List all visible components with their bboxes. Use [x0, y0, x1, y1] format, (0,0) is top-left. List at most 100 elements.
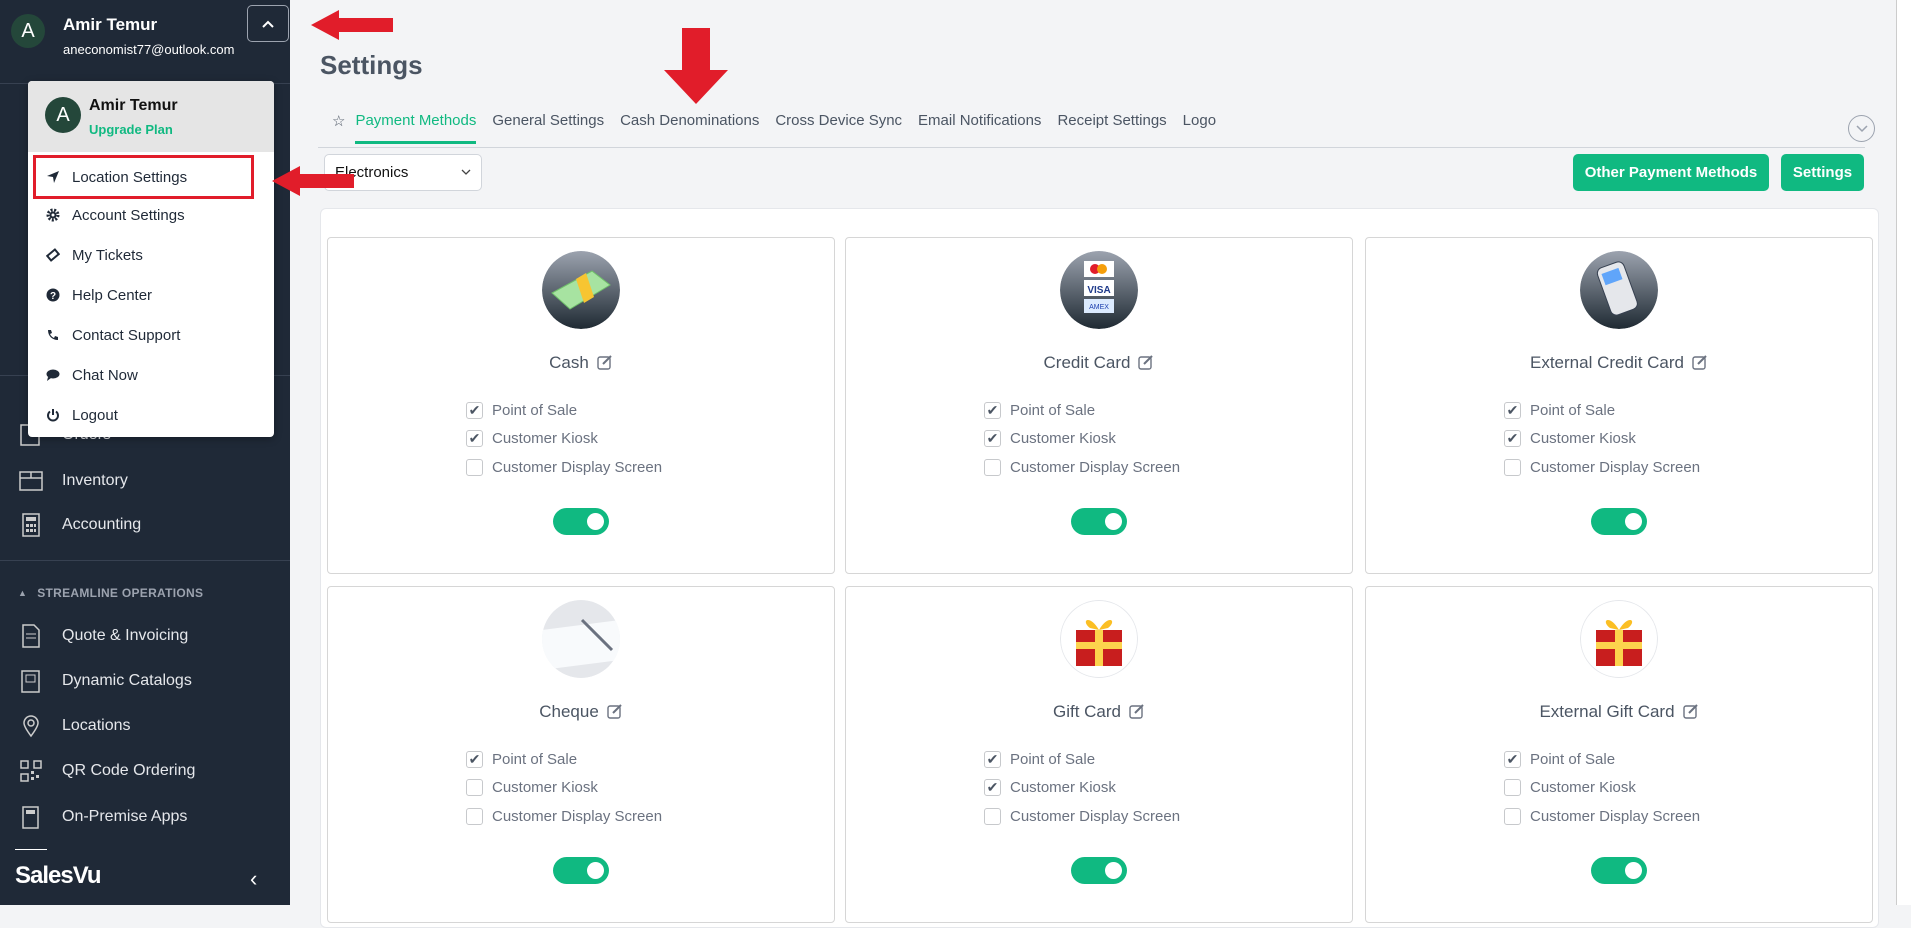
checkbox[interactable]: ✔ — [466, 401, 483, 419]
enable-toggle[interactable] — [553, 857, 609, 884]
check-icon: ✔ — [468, 430, 481, 447]
more-tabs-button[interactable] — [1848, 115, 1875, 142]
option-checkbox-row[interactable]: Customer Display Screen — [1504, 802, 1700, 831]
sidebar-item-on-premise-apps[interactable]: On-Premise Apps — [18, 802, 187, 832]
edit-icon[interactable] — [597, 354, 613, 370]
tab-receipt-settings[interactable]: Receipt Settings — [1057, 110, 1166, 144]
avatar[interactable]: A — [11, 14, 45, 48]
menu-item-logout[interactable]: Logout — [28, 397, 274, 433]
collapse-sidebar-button[interactable]: ‹ — [250, 866, 257, 892]
checkbox[interactable] — [1504, 807, 1521, 825]
gift-icon — [1060, 600, 1138, 678]
option-label: Point of Sale — [1530, 401, 1616, 419]
menu-item-my-tickets[interactable]: My Tickets — [28, 237, 274, 273]
credit-card-icon: VISA AMEX — [1060, 251, 1138, 329]
payment-method-card: Gift Card ✔ Point of Sale ✔ Customer Kiosk C… — [845, 586, 1353, 923]
checkbox[interactable]: ✔ — [466, 750, 483, 768]
enable-toggle[interactable] — [1071, 508, 1127, 535]
account-menu-toggle[interactable] — [247, 5, 289, 42]
option-checkbox-row[interactable]: Customer Kiosk — [1504, 774, 1700, 803]
option-label: Customer Display Screen — [492, 807, 663, 825]
sidebar-item-quote-invoicing[interactable]: Quote & Invoicing — [18, 621, 188, 651]
sidebar-item-accounting[interactable]: Accounting — [18, 510, 141, 540]
phone-icon — [48, 330, 58, 340]
sidebar-item-qr-code-ordering[interactable]: QR Code Ordering — [18, 756, 195, 786]
checkbox[interactable]: ✔ — [984, 750, 1001, 768]
tab-payment-methods[interactable]: Payment Methods — [355, 110, 477, 144]
option-label: Customer Display Screen — [1530, 458, 1701, 476]
tab-general-settings[interactable]: General Settings — [492, 110, 604, 144]
option-checkbox-row[interactable]: ✔ Point of Sale — [1504, 745, 1700, 774]
edit-icon[interactable] — [1138, 354, 1154, 370]
checkbox[interactable] — [466, 779, 483, 797]
checkbox[interactable] — [984, 807, 1001, 825]
settings-button[interactable]: Settings — [1781, 154, 1864, 191]
option-checkbox-row[interactable]: ✔ Customer Kiosk — [1504, 425, 1700, 454]
checkbox[interactable] — [1504, 458, 1521, 476]
menu-item-label: My Tickets — [72, 246, 143, 264]
option-checkbox-row[interactable]: Customer Display Screen — [466, 453, 662, 482]
tab-email-notifications[interactable]: Email Notifications — [918, 110, 1041, 144]
check-icon: ✔ — [468, 401, 481, 418]
edit-icon[interactable] — [1692, 354, 1708, 370]
divider — [15, 849, 47, 850]
menu-item-label: Chat Now — [72, 366, 138, 384]
edit-icon[interactable] — [607, 703, 623, 719]
checkbox[interactable]: ✔ — [984, 779, 1001, 797]
sidebar-item-inventory[interactable]: Inventory — [18, 466, 128, 496]
enable-toggle[interactable] — [1591, 508, 1647, 535]
checkbox[interactable]: ✔ — [1504, 750, 1521, 768]
option-checkbox-row[interactable]: ✔ Point of Sale — [466, 745, 662, 774]
svg-text:?: ? — [50, 291, 56, 302]
option-checkbox-row[interactable]: Customer Display Screen — [466, 802, 662, 831]
other-payment-methods-button[interactable]: Other Payment Methods — [1573, 154, 1769, 191]
checkbox[interactable] — [466, 458, 483, 476]
enable-toggle[interactable] — [1071, 857, 1127, 884]
enable-toggle[interactable] — [553, 508, 609, 535]
payment-method-options: ✔ Point of Sale ✔ Customer Kiosk Customer Di… — [1504, 396, 1700, 482]
checkbox[interactable]: ✔ — [1504, 430, 1521, 448]
payment-method-title: External Gift Card — [1366, 702, 1872, 722]
edit-icon[interactable] — [1682, 703, 1699, 719]
option-checkbox-row[interactable]: Customer Display Screen — [1504, 453, 1700, 482]
option-checkbox-row[interactable]: Customer Display Screen — [984, 802, 1180, 831]
payment-method-name: Gift Card — [1052, 702, 1122, 721]
option-checkbox-row[interactable]: ✔ Customer Kiosk — [466, 425, 662, 454]
edit-icon[interactable] — [1129, 703, 1145, 719]
menu-item-account-settings[interactable]: Account Settings — [28, 197, 274, 233]
sidebar-item-label: QR Code Ordering — [62, 762, 196, 779]
star-icon[interactable]: ☆ — [332, 112, 345, 142]
checkbox[interactable]: ✔ — [984, 401, 1001, 419]
payment-method-card: Cash ✔ Point of Sale ✔ Customer Kiosk Custom… — [327, 237, 835, 574]
upgrade-plan-link[interactable]: Upgrade Plan — [89, 122, 173, 137]
menu-item-chat-now[interactable]: Chat Now — [28, 357, 274, 393]
option-checkbox-row[interactable]: Customer Display Screen — [984, 453, 1180, 482]
checkbox[interactable]: ✔ — [1504, 401, 1521, 419]
option-checkbox-row[interactable]: ✔ Customer Kiosk — [984, 425, 1180, 454]
sidebar-item-dynamic-catalogs[interactable]: Dynamic Catalogs — [18, 666, 192, 696]
tab-cross-device-sync[interactable]: Cross Device Sync — [775, 110, 902, 144]
question-circle-icon: ? — [46, 288, 60, 302]
checkbox[interactable] — [984, 458, 1001, 476]
option-checkbox-row[interactable]: ✔ Point of Sale — [1504, 396, 1700, 425]
sidebar-item-locations[interactable]: Locations — [18, 711, 131, 741]
payment-methods-panel: Cash ✔ Point of Sale ✔ Customer Kiosk Custom… — [320, 208, 1879, 928]
checkbox[interactable]: ✔ — [984, 430, 1001, 448]
scrollbar[interactable] — [1896, 0, 1911, 905]
checkbox[interactable]: ✔ — [466, 430, 483, 448]
tab-cash-denominations[interactable]: Cash Denominations — [620, 110, 759, 144]
option-label: Point of Sale — [1530, 750, 1616, 768]
menu-item-help-center[interactable]: ? Help Center — [28, 277, 274, 313]
option-label: Customer Kiosk — [1530, 779, 1636, 797]
checkbox[interactable] — [1504, 779, 1521, 797]
tab-logo[interactable]: Logo — [1183, 110, 1216, 144]
option-checkbox-row[interactable]: Customer Kiosk — [466, 774, 662, 803]
option-checkbox-row[interactable]: ✔ Point of Sale — [984, 745, 1180, 774]
enable-toggle[interactable] — [1591, 857, 1647, 884]
option-checkbox-row[interactable]: ✔ Customer Kiosk — [984, 774, 1180, 803]
menu-item-contact-support[interactable]: Contact Support — [28, 317, 274, 353]
checkbox[interactable] — [466, 807, 483, 825]
section-streamline-operations[interactable]: ▲ STREAMLINE OPERATIONS — [18, 586, 203, 600]
option-checkbox-row[interactable]: ✔ Point of Sale — [466, 396, 662, 425]
option-checkbox-row[interactable]: ✔ Point of Sale — [984, 396, 1180, 425]
